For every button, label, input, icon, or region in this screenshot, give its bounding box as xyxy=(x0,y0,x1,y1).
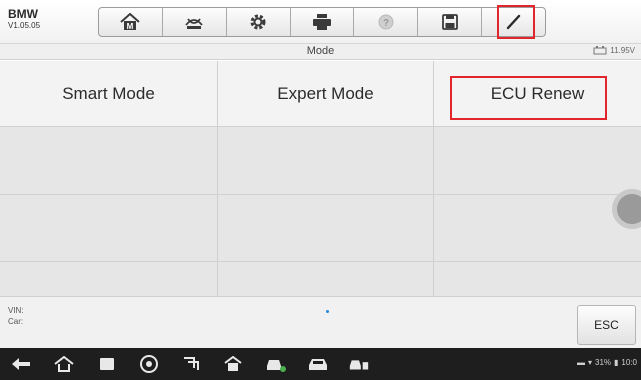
home-icon xyxy=(54,356,74,372)
vehicle-make: BMW xyxy=(8,7,38,21)
recent-apps-icon xyxy=(100,358,114,370)
empty-cell xyxy=(0,262,217,296)
vehicle-info-bar: VIN: Car: ESC xyxy=(0,296,641,348)
print-icon xyxy=(313,14,331,30)
chrome-icon xyxy=(140,355,158,373)
toolbar-buttons: M ? xyxy=(98,7,546,37)
battery-voltage-value: 11.95V xyxy=(610,46,635,55)
software-version: V1.05.05 xyxy=(8,21,41,30)
empty-cell xyxy=(218,262,433,296)
esc-button[interactable]: ESC xyxy=(577,305,636,345)
screenshot-button[interactable] xyxy=(180,354,202,374)
help-icon: ? xyxy=(378,14,394,30)
home-m-icon xyxy=(224,356,242,371)
car-icon xyxy=(309,359,327,370)
ecu-renew-button[interactable]: ECU Renew xyxy=(434,61,641,126)
title-bar: Mode 11.95V xyxy=(0,44,641,60)
back-button[interactable] xyxy=(10,354,32,374)
expert-mode-button[interactable]: Expert Mode xyxy=(218,61,433,126)
clock: 10:0 xyxy=(621,358,637,367)
app-window: BMW V1.05.05 M ? Mode 11.95V Smart Mode … xyxy=(0,0,641,380)
car-label: Car: xyxy=(8,317,24,326)
svg-text:M: M xyxy=(127,22,134,31)
wifi-icon: ▾ xyxy=(587,358,592,367)
empty-cell xyxy=(0,195,217,261)
save-button[interactable] xyxy=(418,8,483,36)
system-nav-bar: ▬ ▾ 31% ▮ 10:0 xyxy=(0,348,641,380)
chrome-button[interactable] xyxy=(138,354,160,374)
empty-cell xyxy=(434,127,641,194)
status-area: ▬ ▾ 31% ▮ 10:0 xyxy=(577,358,637,367)
vehicle-swap-icon xyxy=(185,18,203,29)
vin-label: VIN: xyxy=(8,306,24,315)
vehicle-info: VIN: Car: xyxy=(8,305,24,327)
home-icon: M xyxy=(120,13,141,31)
mode-grid: Smart Mode Expert Mode ECU Renew xyxy=(0,61,641,296)
edit-pen-icon xyxy=(506,14,520,30)
battery-voltage: 11.95V xyxy=(593,46,635,55)
vehicle-diag-icon xyxy=(267,360,286,372)
settings-button[interactable] xyxy=(227,8,291,36)
empty-cell xyxy=(218,127,433,194)
empty-cell xyxy=(434,195,641,261)
page-title: Mode xyxy=(306,45,335,57)
vehicle-link-button[interactable] xyxy=(348,354,370,374)
smart-mode-button[interactable]: Smart Mode xyxy=(0,61,217,126)
empty-cell xyxy=(434,262,641,296)
home-nav-button[interactable] xyxy=(53,354,75,374)
top-toolbar: BMW V1.05.05 M ? xyxy=(0,0,641,44)
page-indicator xyxy=(326,310,329,313)
battery-icon xyxy=(593,46,607,55)
empty-cell xyxy=(218,195,433,261)
home-m-button[interactable] xyxy=(222,354,244,374)
svg-text:?: ? xyxy=(383,18,389,29)
message-icon: ▬ xyxy=(576,358,585,367)
battery-status-icon: ▮ xyxy=(614,358,619,367)
help-button[interactable]: ? xyxy=(354,8,419,36)
vehicle-diag-button[interactable] xyxy=(265,354,287,374)
empty-cell xyxy=(0,127,217,194)
settings-gear-icon xyxy=(250,14,266,30)
recent-apps-button[interactable] xyxy=(96,354,118,374)
screenshot-icon xyxy=(184,357,199,370)
home-button[interactable]: M xyxy=(99,8,163,36)
vehicle-brand: BMW V1.05.05 xyxy=(8,7,40,31)
vehicle-link-icon xyxy=(349,360,369,370)
back-icon xyxy=(12,358,30,370)
car-button[interactable] xyxy=(307,354,329,374)
save-icon xyxy=(441,14,458,30)
vehicle-swap-button[interactable] xyxy=(163,8,227,36)
print-button[interactable] xyxy=(291,8,355,36)
edit-button[interactable] xyxy=(482,8,545,36)
battery-percent: 31% xyxy=(595,358,612,367)
